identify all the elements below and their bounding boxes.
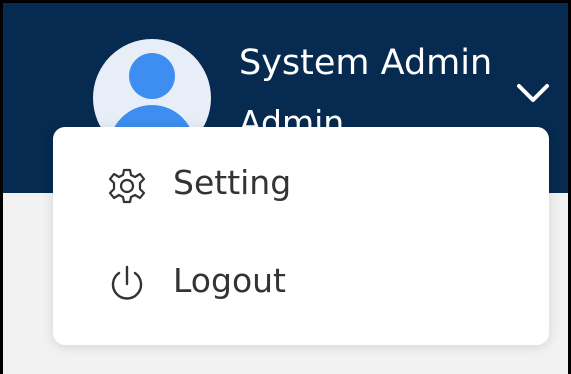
user-dropdown-menu: Setting Logout (53, 127, 549, 345)
power-icon (111, 265, 143, 300)
menu-label-setting: Setting (173, 163, 292, 202)
gear-icon (108, 168, 146, 204)
menu-label-logout: Logout (173, 261, 286, 300)
user-name: System Admin (239, 43, 493, 83)
avatar-head (129, 53, 175, 99)
menu-item-setting[interactable]: Setting (53, 137, 549, 233)
chevron-down-icon[interactable] (515, 78, 551, 108)
app-frame: System Admin Admin Setting Logout (0, 0, 571, 374)
menu-item-logout[interactable]: Logout (53, 235, 549, 331)
